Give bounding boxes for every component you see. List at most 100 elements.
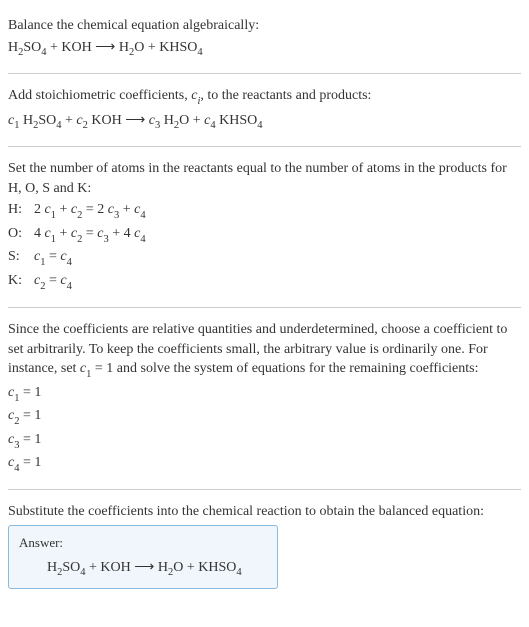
subscript: 4 bbox=[197, 47, 202, 58]
text: H bbox=[8, 40, 18, 55]
step2-text: Set the number of atoms in the reactants… bbox=[8, 159, 521, 198]
step4-text: Substitute the coefficients into the che… bbox=[8, 502, 521, 522]
text: = bbox=[82, 226, 97, 241]
element-label: S: bbox=[8, 247, 34, 267]
answer-equation: H2SO4 + KOH ⟶ H2O + KHSO4 bbox=[19, 557, 267, 580]
element-equation: 2 c1 + c2 = 2 c3 + c4 bbox=[34, 200, 521, 222]
answer-box: Answer: H2SO4 + KOH ⟶ H2O + KHSO4 bbox=[8, 525, 278, 589]
subscript: 4 bbox=[67, 257, 72, 268]
text: + 4 bbox=[109, 226, 134, 241]
value: = 1 bbox=[19, 455, 41, 470]
subscript: 2 bbox=[83, 120, 88, 131]
coeff: c bbox=[60, 249, 66, 264]
subscript: 2 bbox=[33, 120, 38, 131]
subscript: 2 bbox=[168, 567, 173, 578]
step4-section: Substitute the coefficients into the che… bbox=[8, 494, 521, 597]
subscript: 2 bbox=[57, 567, 62, 578]
result-c4: c4 = 1 bbox=[8, 453, 521, 475]
text: + bbox=[56, 226, 71, 241]
text: 4 bbox=[34, 226, 45, 241]
element-label: H: bbox=[8, 200, 34, 220]
text: Add stoichiometric coefficients, bbox=[8, 88, 191, 103]
subscript: 3 bbox=[14, 440, 19, 451]
subscript: 3 bbox=[155, 120, 160, 131]
step1-text: Add stoichiometric coefficients, ci, to … bbox=[8, 86, 521, 108]
subscript: 2 bbox=[174, 120, 179, 131]
element-equation: c2 = c4 bbox=[34, 271, 521, 293]
text: = 2 bbox=[82, 202, 107, 217]
element-label: K: bbox=[8, 271, 34, 291]
divider bbox=[8, 146, 521, 147]
step1-section: Add stoichiometric coefficients, c i, to … bbox=[8, 78, 521, 142]
text: O + bbox=[179, 113, 204, 128]
text: + bbox=[62, 113, 77, 128]
step3-section: Since the coefficients are relative quan… bbox=[8, 312, 521, 485]
subscript: 4 bbox=[140, 210, 145, 221]
text: H bbox=[154, 560, 168, 575]
text: , to the reactants and products: bbox=[200, 88, 371, 103]
subscript: 1 bbox=[51, 234, 56, 245]
subscript: 2 bbox=[77, 234, 82, 245]
coeff: c bbox=[76, 113, 82, 128]
step1-equation: c1 H2SO4 + c2 KOH ⟶ c3 H2O + c4 KHSO4 bbox=[8, 110, 521, 133]
subscript: 4 bbox=[56, 120, 61, 131]
element-label: O: bbox=[8, 224, 34, 244]
divider bbox=[8, 73, 521, 74]
subscript: 2 bbox=[129, 47, 134, 58]
text: H bbox=[19, 113, 33, 128]
text: = 1 and solve the system of equations fo… bbox=[91, 361, 478, 376]
result-c3: c3 = 1 bbox=[8, 430, 521, 452]
arrow-icon: ⟶ bbox=[134, 558, 154, 574]
step3-text: Since the coefficients are relative quan… bbox=[8, 320, 521, 382]
text: + KOH bbox=[47, 40, 96, 55]
subscript: 4 bbox=[140, 234, 145, 245]
text: KHSO bbox=[216, 113, 258, 128]
text: SO bbox=[23, 40, 41, 55]
subscript: 2 bbox=[14, 416, 19, 427]
text: O + KHSO bbox=[134, 40, 197, 55]
element-row-s: S: c1 = c4 bbox=[8, 247, 521, 269]
text: H bbox=[115, 40, 129, 55]
answer-title: Answer: bbox=[19, 534, 267, 552]
subscript: 3 bbox=[103, 234, 108, 245]
subscript: 1 bbox=[40, 257, 45, 268]
value: = 1 bbox=[19, 408, 41, 423]
coeff: c bbox=[45, 226, 51, 241]
element-row-h: H: 2 c1 + c2 = 2 c3 + c4 bbox=[8, 200, 521, 222]
subscript: 4 bbox=[41, 47, 46, 58]
arrow-icon: ⟶ bbox=[125, 111, 145, 127]
subscript: 3 bbox=[114, 210, 119, 221]
subscript: 4 bbox=[210, 120, 215, 131]
subscript: 4 bbox=[236, 567, 241, 578]
text: H bbox=[160, 113, 174, 128]
subscript: 2 bbox=[40, 281, 45, 292]
divider bbox=[8, 307, 521, 308]
text: 2 bbox=[34, 202, 45, 217]
result-c2: c2 = 1 bbox=[8, 406, 521, 428]
arrow-icon: ⟶ bbox=[95, 38, 115, 54]
element-equation: 4 c1 + c2 = c3 + 4 c4 bbox=[34, 224, 521, 246]
subscript: i bbox=[197, 96, 200, 107]
coeff: c bbox=[45, 202, 51, 217]
text: + bbox=[56, 202, 71, 217]
element-row-o: O: 4 c1 + c2 = c3 + 4 c4 bbox=[8, 224, 521, 246]
text: O + KHSO bbox=[173, 560, 236, 575]
result-c1: c1 = 1 bbox=[8, 383, 521, 405]
text: + KOH bbox=[86, 560, 135, 575]
subscript: 1 bbox=[14, 393, 19, 404]
subscript: 4 bbox=[257, 120, 262, 131]
subscript: 1 bbox=[51, 210, 56, 221]
text: SO bbox=[62, 560, 80, 575]
subscript: 4 bbox=[14, 463, 19, 474]
intro-section: Balance the chemical equation algebraica… bbox=[8, 8, 521, 69]
element-equation: c1 = c4 bbox=[34, 247, 521, 269]
text: H bbox=[47, 560, 57, 575]
subscript: 1 bbox=[86, 369, 91, 380]
coeff: c bbox=[60, 273, 66, 288]
subscript: 1 bbox=[14, 120, 19, 131]
intro-equation: H2SO4 + KOH ⟶ H2O + KHSO4 bbox=[8, 37, 521, 60]
divider bbox=[8, 489, 521, 490]
element-row-k: K: c2 = c4 bbox=[8, 271, 521, 293]
subscript: 2 bbox=[77, 210, 82, 221]
text: = bbox=[45, 249, 60, 264]
